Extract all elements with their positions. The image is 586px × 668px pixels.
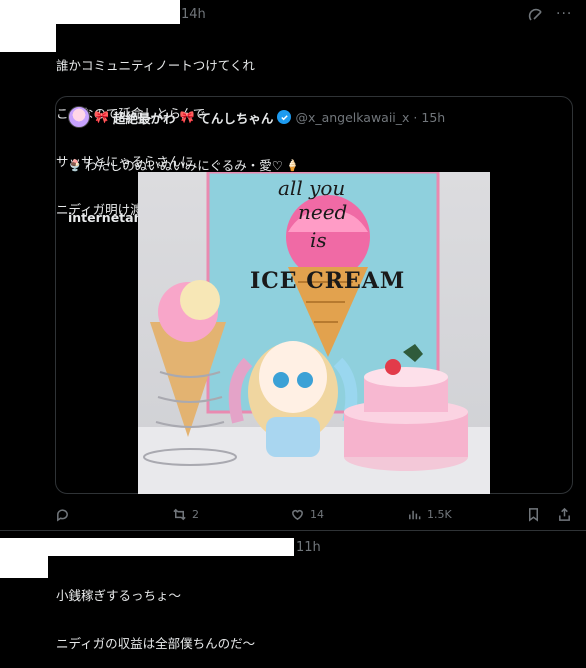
quote-media-image[interactable]: all you need is ICE CREAM (138, 172, 490, 494)
tweet-body: 小銭稼ぎするっちょ〜 ニディガの収益は全部僕ちんのだ〜 (56, 556, 255, 668)
retweet-button[interactable]: 2 (172, 507, 199, 522)
redacted-author (56, 0, 180, 24)
like-button[interactable]: 14 (290, 507, 324, 522)
redacted-author (48, 538, 294, 556)
sign-word: need (298, 200, 348, 224)
grok-icon[interactable] (528, 8, 544, 24)
retweet-count: 2 (192, 508, 199, 521)
share-button[interactable] (557, 507, 572, 522)
verified-badge-icon (277, 110, 292, 124)
quote-display-name-suffix[interactable]: てんしちゃん (198, 108, 273, 127)
sign-word: all you (278, 176, 346, 200)
sign-word: ICE CREAM (250, 268, 406, 294)
tweet-line: 小銭稼ぎするっちょ〜 (56, 588, 182, 603)
tweet-line: ニディガの収益は全部僕ちんのだ〜 (56, 636, 256, 651)
tweet-divider (0, 530, 586, 531)
reply-button[interactable] (55, 507, 75, 522)
heart-icon (292, 509, 303, 521)
tweet-time[interactable]: 14h (181, 7, 206, 22)
reply-icon (57, 509, 68, 522)
views-button[interactable]: 1.5K (407, 507, 452, 522)
like-count: 14 (310, 508, 324, 521)
sign-text: all you need is ICE CREAM (138, 172, 490, 412)
views-count: 1.5K (427, 508, 452, 521)
quote-avatar[interactable] (68, 106, 90, 128)
quote-time[interactable]: · 15h (413, 110, 445, 125)
share-icon (559, 507, 570, 521)
quote-handle[interactable]: @x_angelkawaii_x (295, 110, 409, 125)
redacted-avatar (0, 0, 56, 52)
tweet-line: 誰かコミュニティノートつけてくれ (56, 58, 255, 73)
ice-cream-emoji-icon: 🍨 (68, 159, 82, 172)
bookmark-icon (529, 508, 538, 522)
redacted-avatar (0, 538, 48, 578)
bookmark-button[interactable] (526, 507, 541, 522)
more-icon[interactable]: ··· (556, 6, 572, 22)
retweet-icon (173, 508, 186, 521)
ribbon-icon: 🎀 (179, 110, 195, 124)
ribbon-icon: 🎀 (94, 110, 109, 124)
tweet-time[interactable]: 11h (296, 540, 321, 555)
sign-word: is (310, 228, 327, 252)
views-icon (409, 510, 421, 520)
quote-header: 🎀 超絶最かわ 🎀 てんしちゃん @x_angelkawaii_x · 15h (68, 106, 445, 128)
quote-display-name[interactable]: 超絶最かわ (113, 108, 176, 127)
